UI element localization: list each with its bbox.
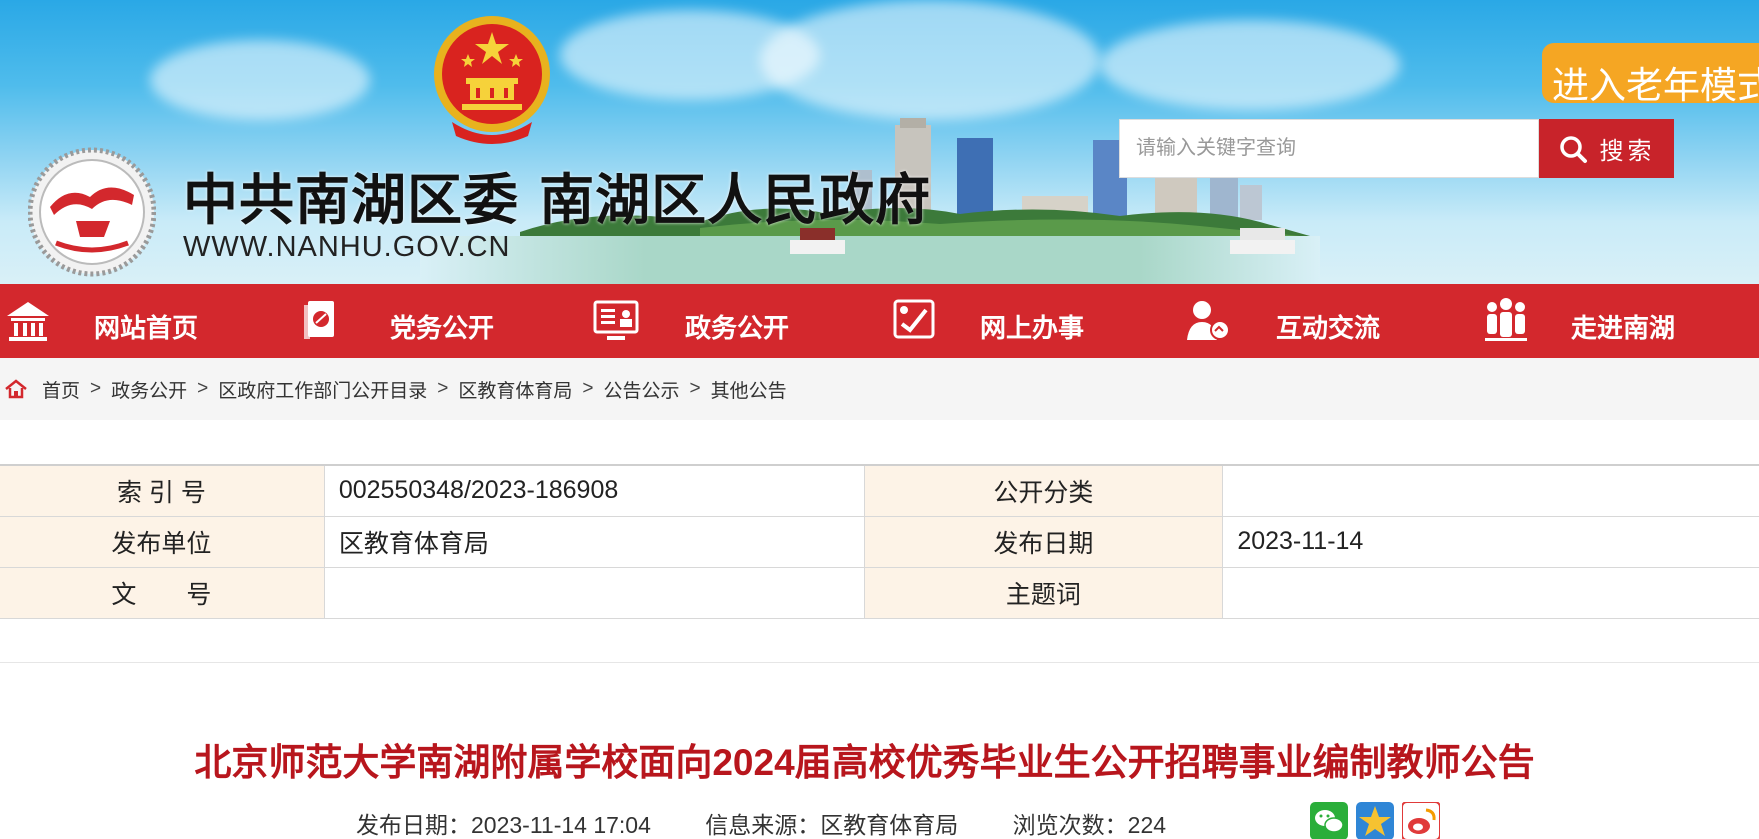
breadcrumb-separator: > — [90, 378, 102, 399]
nav-label-online-service: 网上办事 — [980, 313, 1085, 343]
meta-label-publisher: 发布单位 — [0, 515, 325, 568]
divider — [0, 662, 1759, 663]
publish-date-label: 发布日期： — [356, 812, 471, 838]
nanhu-logo-icon — [28, 147, 156, 277]
meta-value-publisher: 区教育体育局 — [323, 515, 865, 568]
home-icon — [7, 302, 49, 341]
breadcrumb-item[interactable]: 区教育体育局 — [458, 376, 572, 403]
nav-label-party: 党务公开 — [390, 313, 495, 343]
breadcrumb: 首页 > 政务公开 > 区政府工作部门公开目录 > 区教育体育局 > 公告公示 … — [0, 358, 1759, 420]
nav-label-gov-affairs: 政务公开 — [685, 313, 790, 343]
article-meta: 发布日期：2023-11-14 17:04 信息来源：区教育体育局 浏览次数：2… — [356, 806, 1166, 839]
source-value: 区教育体育局 — [820, 812, 959, 838]
search-box — [1119, 119, 1539, 178]
article-title: 北京师范大学南湖附属学校面向2024届高校优秀毕业生公开招聘事业编制教师公告 — [194, 742, 1535, 783]
main-nav: 网站首页 党务公开 政务公开 网上办事 互动交流 走进南湖 — [0, 284, 1759, 358]
table-row: 文 号 主题词 — [0, 566, 1759, 619]
views-value: 224 — [1127, 812, 1167, 838]
breadcrumb-separator: > — [689, 378, 701, 399]
breadcrumb-item[interactable]: 公告公示 — [604, 376, 680, 403]
meta-label-category: 公开分类 — [863, 464, 1224, 517]
breadcrumb-item[interactable]: 其他公告 — [711, 376, 787, 403]
meta-label-doc-number: 文 号 — [0, 566, 325, 619]
nav-item-party[interactable]: 党务公开 — [290, 284, 520, 358]
meta-value-keywords — [1222, 566, 1759, 619]
document-meta-table: 索 引 号 002550348/2023-186908 公开分类 发布单位 区教… — [0, 464, 1759, 619]
nav-item-gov-affairs[interactable]: 政务公开 — [585, 284, 815, 358]
nav-item-interaction[interactable]: 互动交流 — [1175, 284, 1405, 358]
national-emblem-icon — [434, 16, 550, 144]
breadcrumb-home-icon — [5, 379, 27, 399]
views-label: 浏览次数： — [1012, 812, 1128, 838]
meta-value-index: 002550348/2023-186908 — [323, 464, 865, 517]
breadcrumb-item[interactable]: 首页 — [42, 376, 80, 403]
search-button-label: 搜索 — [1599, 138, 1656, 165]
nav-item-online-service[interactable]: 网上办事 — [880, 284, 1110, 358]
site-title: 中共南湖区委 南湖区人民政府 — [183, 167, 932, 232]
online-service-icon — [893, 299, 935, 339]
breadcrumb-item[interactable]: 区政府工作部门公开目录 — [218, 376, 427, 403]
weibo-icon[interactable] — [1402, 802, 1440, 839]
people-icon — [1485, 298, 1527, 341]
breadcrumb-separator: > — [197, 378, 209, 399]
qzone-icon[interactable] — [1356, 802, 1394, 839]
search-input[interactable] — [1120, 120, 1538, 177]
site-url: WWW.NANHU.GOV.CN — [183, 231, 511, 263]
meta-label-keywords: 主题词 — [863, 566, 1224, 619]
party-icon — [304, 301, 334, 339]
nav-label-home: 网站首页 — [94, 313, 199, 343]
meta-value-category — [1222, 464, 1759, 517]
table-row: 索 引 号 002550348/2023-186908 公开分类 — [0, 464, 1759, 517]
nav-item-about-nanhu[interactable]: 走进南湖 — [1470, 284, 1759, 358]
breadcrumb-separator: > — [582, 378, 594, 399]
gov-affairs-icon — [593, 300, 639, 340]
nav-label-interaction: 互动交流 — [1276, 313, 1381, 343]
meta-value-publish-date: 2023-11-14 — [1222, 515, 1759, 568]
meta-value-doc-number — [323, 566, 865, 619]
meta-label-publish-date: 发布日期 — [863, 515, 1224, 568]
nav-item-home[interactable]: 网站首页 — [0, 284, 230, 358]
search-button[interactable]: 搜索 — [1539, 119, 1674, 178]
table-row: 发布单位 区教育体育局 发布日期 2023-11-14 — [0, 515, 1759, 568]
nav-label-about-nanhu: 走进南湖 — [1571, 313, 1676, 343]
breadcrumb-item[interactable]: 政务公开 — [111, 376, 187, 403]
search-icon — [1559, 135, 1587, 163]
source-label: 信息来源： — [705, 812, 821, 838]
meta-label-index: 索 引 号 — [0, 464, 325, 517]
publish-date-value: 2023-11-14 17:04 — [471, 812, 651, 838]
breadcrumb-separator: > — [437, 378, 449, 399]
wechat-icon[interactable] — [1310, 802, 1348, 839]
elder-mode-button[interactable]: 进入老年模式 — [1542, 43, 1759, 106]
interaction-icon — [1187, 301, 1230, 340]
